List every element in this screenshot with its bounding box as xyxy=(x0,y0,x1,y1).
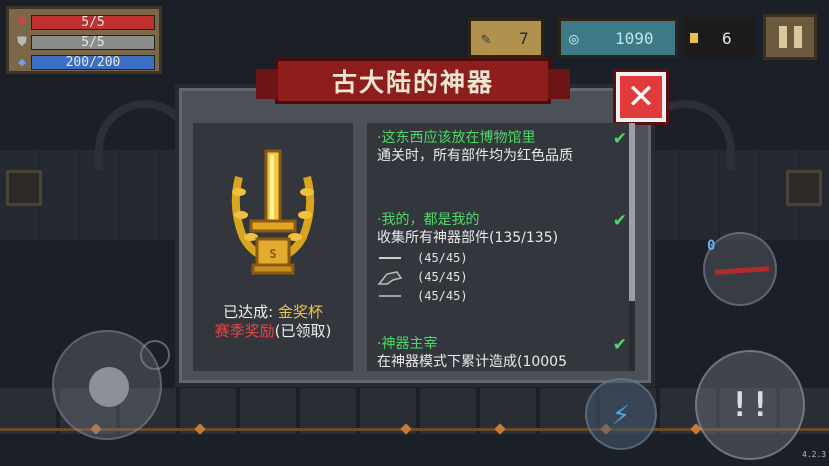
wall-sign-right xyxy=(786,170,822,206)
coins-value: 6 xyxy=(722,28,732,48)
materials-counter: ✎ 7 xyxy=(468,18,544,58)
part-row: (45/45) xyxy=(377,286,627,305)
energy-bar: 200/200 xyxy=(31,55,155,70)
weapon-ammo: 0 xyxy=(707,238,716,254)
claimed-status: (已领取) xyxy=(274,322,332,340)
version-label: 4.2.3 xyxy=(802,450,827,459)
materials-value: 7 xyxy=(519,28,529,48)
dialog-title-ribbon: 古大陆的神器 xyxy=(256,58,570,104)
lightning-skill-icon: ⚡ xyxy=(611,396,631,432)
svg-text:S: S xyxy=(269,247,276,261)
part-row: (45/45) xyxy=(377,267,627,286)
movement-joystick[interactable] xyxy=(52,330,162,440)
achievement-item: ·神器主宰 ✔ 在神器模式下累计造成(10005 xyxy=(377,335,627,371)
golden-sword-trophy-icon: S xyxy=(231,149,315,275)
heart-icon: ♥ xyxy=(18,14,26,30)
achievement-item: ·我的，都是我的 ✔ 收集所有神器部件(135/135) (45/45) (45… xyxy=(377,211,627,305)
player-status-panel: ♥ 5/5 ⛊ 5/5 ◆ 200/200 xyxy=(6,6,162,74)
hp-row: ♥ 5/5 xyxy=(13,13,155,32)
armor-bar: 5/5 xyxy=(31,35,155,50)
part-progress: (45/45) xyxy=(417,288,468,303)
achieved-label: 已达成: xyxy=(223,303,274,321)
joystick-icon xyxy=(89,367,129,407)
attack-icon: !! xyxy=(729,385,771,425)
skill-button[interactable]: ⚡ xyxy=(585,378,657,450)
pause-button[interactable] xyxy=(763,14,817,60)
gems-counter: ◎ 1090 xyxy=(558,18,678,58)
achieved-value: 金奖杯 xyxy=(277,303,323,321)
shield-icon: ⛊ xyxy=(17,34,27,50)
check-icon: ✔ xyxy=(612,129,627,149)
feather-material-icon: ✎ xyxy=(481,28,491,48)
gems-value: 1090 xyxy=(615,28,654,48)
bird-part-icon xyxy=(377,270,403,285)
coins-counter: 6 xyxy=(683,18,755,58)
achievement-scrollbar[interactable] xyxy=(629,123,635,371)
close-button[interactable]: ✕ xyxy=(616,72,666,122)
check-icon: ✔ xyxy=(612,211,627,231)
blade-part-icon xyxy=(377,251,403,265)
trophy-status: 已达成: 金奖杯 赛季奖励(已领取) xyxy=(193,303,353,341)
season-reward-line: 赛季奖励(已领取) xyxy=(193,322,353,341)
coin-icon xyxy=(690,33,698,43)
armor-row: ⛊ 5/5 xyxy=(13,33,155,52)
staff-part-icon xyxy=(377,289,403,303)
red-sword-weapon-icon xyxy=(714,266,770,275)
trophy-panel: S 已达成: 金奖杯 赛季奖励(已领取) xyxy=(193,123,353,371)
achievement-title: ·这东西应该放在博物馆里 xyxy=(377,130,536,146)
part-progress: (45/45) xyxy=(417,250,468,265)
achieved-line: 已达成: 金奖杯 xyxy=(193,303,353,322)
wall-sign-left xyxy=(6,170,42,206)
gem-icon: ◎ xyxy=(569,28,579,48)
check-icon: ✔ xyxy=(612,335,627,355)
energy-gem-icon: ◆ xyxy=(18,54,26,70)
part-progress: (45/45) xyxy=(417,269,468,284)
season-reward-label: 赛季奖励 xyxy=(214,322,275,340)
achievement-desc: 收集所有神器部件(135/135) xyxy=(377,230,559,246)
part-row: (45/45) xyxy=(377,248,627,267)
achievement-item: ·这东西应该放在博物馆里 ✔ 通关时，所有部件均为红色品质 xyxy=(377,129,627,166)
armor-text: 5/5 xyxy=(81,35,105,50)
achievement-desc: 在神器模式下累计造成(10005 xyxy=(377,354,567,370)
pause-icon xyxy=(778,26,802,48)
achievement-list[interactable]: ·这东西应该放在博物馆里 ✔ 通关时，所有部件均为红色品质 ·我的，都是我的 ✔… xyxy=(367,123,629,371)
close-icon: ✕ xyxy=(626,77,656,117)
energy-text: 200/200 xyxy=(65,55,121,70)
energy-row: ◆ 200/200 xyxy=(13,53,155,72)
attack-button[interactable]: !! xyxy=(695,350,805,460)
hp-text: 5/5 xyxy=(81,15,105,30)
scrollbar-thumb[interactable] xyxy=(629,123,635,301)
achievement-title: ·神器主宰 xyxy=(377,336,438,352)
achievement-desc: 通关时，所有部件均为红色品质 xyxy=(377,148,573,164)
achievement-title: ·我的，都是我的 xyxy=(377,212,480,228)
weapon-switch-button[interactable]: 0 xyxy=(703,232,777,306)
dialog-title: 古大陆的神器 xyxy=(331,68,494,97)
hp-bar: 5/5 xyxy=(31,15,155,30)
